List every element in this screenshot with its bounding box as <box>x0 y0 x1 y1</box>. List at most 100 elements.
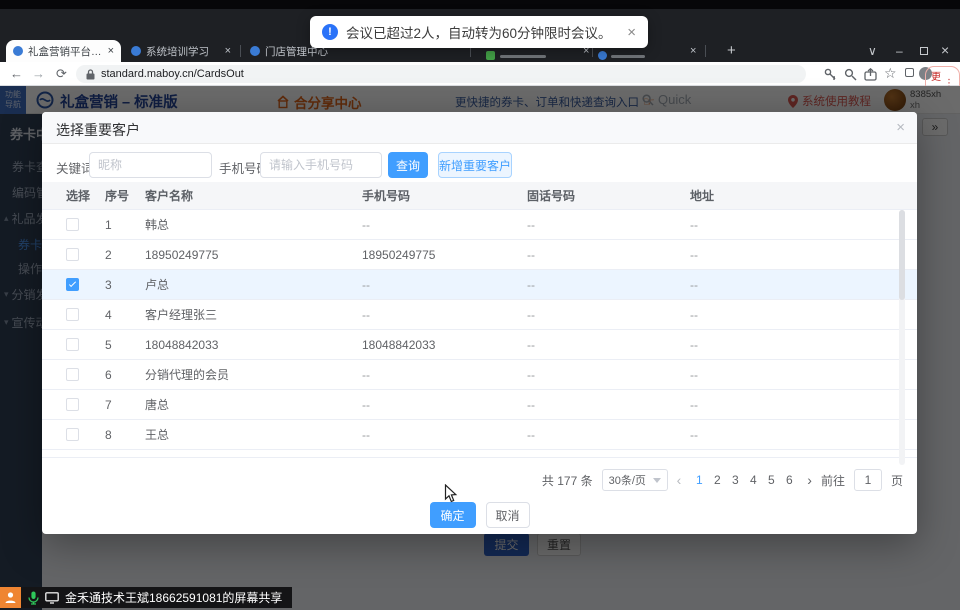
obscured-tab[interactable] <box>611 55 645 58</box>
row-checkbox[interactable] <box>66 398 79 411</box>
browser-tab-active[interactable]: 礼盒营销平台管理中心 × <box>6 40 121 62</box>
submit-button[interactable]: 提交 <box>484 533 529 556</box>
row-checkbox[interactable] <box>66 428 79 441</box>
screen: 礼盒营销平台管理中心 × 系统培训学习 × 门店管理中心 × × + ∨ – ×… <box>0 0 960 610</box>
sidebar: 券卡中券卡查编码管 ▴礼品发券卡操作 ▾分销发 ▾宣传动 <box>0 114 42 610</box>
sidebar-item[interactable]: 编码管 <box>0 184 42 201</box>
chevron-down-icon[interactable]: ∨ <box>868 44 877 58</box>
page-number[interactable]: 3 <box>726 473 744 487</box>
table-row[interactable]: 4客户经理张三------ <box>42 300 917 330</box>
sidebar-item[interactable]: 操作 <box>0 260 42 277</box>
table-row[interactable]: 8王总------ <box>42 420 917 450</box>
table-cell: 韩总 <box>145 210 169 240</box>
table-row[interactable]: 21895024977518950249775---- <box>42 240 917 270</box>
window-close-icon[interactable]: × <box>941 42 949 58</box>
modal-close-icon[interactable]: × <box>896 119 905 136</box>
tab-close-icon[interactable]: × <box>108 45 114 57</box>
sidebar-item-label: 编码管 <box>12 184 42 201</box>
row-checkbox[interactable] <box>66 218 79 231</box>
row-checkbox-checked[interactable] <box>66 278 79 291</box>
table-row[interactable]: 1韩总------ <box>42 210 917 240</box>
username-main: 8385xh <box>910 89 941 100</box>
toast-text: 会议已超过2人，自动转为60分钟限时会议。 <box>346 22 612 42</box>
expand-button[interactable]: » <box>922 118 948 136</box>
table-row[interactable]: 3卢总------ <box>42 270 917 300</box>
row-checkbox[interactable] <box>66 248 79 261</box>
table-row[interactable]: 7唐总------ <box>42 390 917 420</box>
sidebar-item[interactable]: 券卡中 <box>0 124 42 143</box>
share-center-link[interactable]: 合分享中心 <box>276 92 362 112</box>
tutorial-link[interactable]: 系统使用教程 <box>788 93 871 109</box>
reload-icon[interactable]: ⟳ <box>56 66 67 82</box>
prev-page-icon[interactable]: ‹ <box>677 472 682 488</box>
table-cell: -- <box>362 360 370 390</box>
add-customer-button[interactable]: 新增重要客户 <box>438 152 512 178</box>
sidebar-item-label: 宣传动 <box>12 314 42 331</box>
table-cell: -- <box>690 390 698 420</box>
row-checkbox[interactable] <box>66 368 79 381</box>
bookmark-star-icon[interactable]: ☆ <box>884 65 897 81</box>
page-number[interactable]: 4 <box>744 473 762 487</box>
quick-search[interactable]: Quick <box>642 92 691 107</box>
promo-banner[interactable]: 更快捷的券卡、订单和快递查询入口 ☞ <box>455 94 655 110</box>
share-icon[interactable] <box>864 68 877 81</box>
col-landline: 固话号码 <box>527 182 575 210</box>
promo-text: 更快捷的券卡、订单和快递查询入口 <box>455 94 639 110</box>
row-checkbox[interactable] <box>66 308 79 321</box>
maximize-icon[interactable] <box>920 47 928 55</box>
scrollbar[interactable] <box>899 210 905 465</box>
page-number[interactable]: 5 <box>762 473 780 487</box>
address-bar[interactable]: standard.maboy.cn/CardsOut <box>76 65 806 83</box>
keyword-input[interactable] <box>89 152 212 178</box>
table-cell: 1 <box>105 210 112 240</box>
goto-page-input[interactable] <box>854 469 882 491</box>
tab-close-icon[interactable]: × <box>225 45 231 57</box>
table-cell: 18950249775 <box>145 240 218 270</box>
avatar[interactable] <box>884 89 906 111</box>
sidebar-item[interactable]: ▾宣传动 <box>0 314 42 331</box>
forward-icon[interactable]: → <box>32 66 45 82</box>
back-icon[interactable]: ← <box>10 66 23 82</box>
sidebar-item[interactable]: 券卡 <box>0 236 42 253</box>
sidebar-item[interactable]: ▾分销发 <box>0 286 42 303</box>
tab-favicon-icon <box>486 51 495 60</box>
sidebar-item-label: 券卡查 <box>12 158 42 175</box>
lock-icon <box>86 69 95 80</box>
phone-input[interactable] <box>260 152 382 178</box>
next-page-icon[interactable]: › <box>807 472 812 488</box>
sidebar-item[interactable]: 券卡查 <box>0 158 42 175</box>
page-number[interactable]: 1 <box>690 473 708 487</box>
toast-close-icon[interactable]: × <box>627 24 636 41</box>
scrollbar-thumb[interactable] <box>899 210 905 300</box>
table-cell: -- <box>690 210 698 240</box>
page-size-value: 30条/页 <box>609 472 646 488</box>
reset-button[interactable]: 重置 <box>537 533 581 556</box>
row-checkbox[interactable] <box>66 338 79 351</box>
modal-footer: 确定 取消 <box>42 502 917 528</box>
new-tab-icon[interactable]: + <box>727 42 736 59</box>
mouse-cursor-icon <box>444 484 458 504</box>
key-icon[interactable] <box>824 68 837 81</box>
sidebar-item[interactable]: ▴礼品发 <box>0 210 42 227</box>
browser-toolbar: ← → ⟳ standard.maboy.cn/CardsOut ☆ 更新 ⋮ <box>0 62 960 86</box>
col-name: 客户名称 <box>145 182 193 210</box>
zoom-icon[interactable] <box>844 68 857 81</box>
minimize-icon[interactable]: – <box>896 44 903 58</box>
browser-tab[interactable]: 系统培训学习 × <box>124 40 238 62</box>
page-number[interactable]: 2 <box>708 473 726 487</box>
app-title: 礼盒营销 – 标准版 <box>60 91 178 112</box>
confirm-button[interactable]: 确定 <box>430 502 476 528</box>
page-size-select[interactable]: 30条/页 <box>602 469 668 491</box>
tab-close-icon[interactable]: × <box>690 45 696 57</box>
participant-badge <box>0 587 21 608</box>
page-number[interactable]: 6 <box>780 473 798 487</box>
url-text: standard.maboy.cn/CardsOut <box>101 68 244 80</box>
table-cell: -- <box>690 300 698 330</box>
cancel-button[interactable]: 取消 <box>486 502 530 528</box>
obscured-tab[interactable] <box>500 55 546 58</box>
search-button[interactable]: 查询 <box>388 152 428 178</box>
table-row[interactable]: 6分销代理的会员------ <box>42 360 917 390</box>
tab-switcher-icon[interactable] <box>905 68 914 77</box>
table-row[interactable]: 51804884203318048842033---- <box>42 330 917 360</box>
nav-toggle-button[interactable]: 功能 导航 <box>0 86 26 114</box>
